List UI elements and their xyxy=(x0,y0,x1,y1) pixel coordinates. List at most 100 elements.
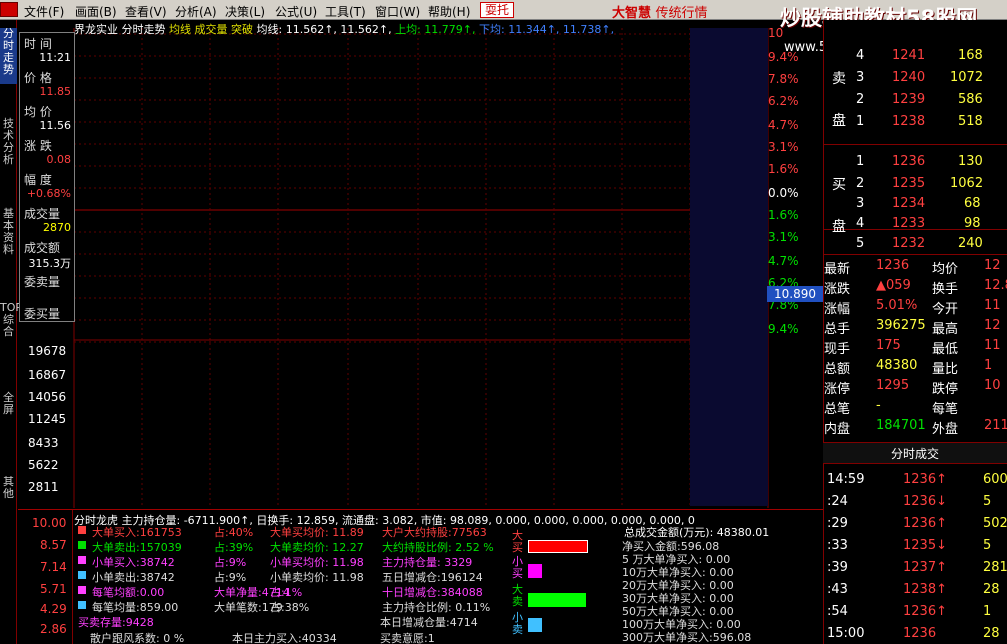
menu-view-b[interactable]: 画面(B) xyxy=(75,3,117,20)
bottom-axis-label: 4.29 xyxy=(40,602,67,616)
menu-window[interactable]: 窗口(W) xyxy=(375,3,420,20)
price-axis-label: 3.1% xyxy=(768,140,799,154)
bid-row-4[interactable]: 4 1233 98 xyxy=(824,214,1007,231)
breakout-label[interactable]: 突破 xyxy=(231,23,253,36)
volume-axis-label: 2811 xyxy=(28,480,59,494)
trade-time: :54 xyxy=(827,604,848,619)
menu-help[interactable]: 帮助(H) xyxy=(428,3,470,20)
tuotuo-button[interactable]: 耍托 xyxy=(480,2,514,18)
stat-value: 12.88 xyxy=(984,278,1007,293)
trade-row[interactable]: 14:59 1236↑ 600 xyxy=(823,470,1007,490)
net-buy-list: 净买入金额:596.08 5 万大单净买入: 0.00 10万大单净买入: 0.00… xyxy=(622,538,822,644)
info-value-time: 11:21 xyxy=(39,51,71,64)
legend-small-buy: 小买 xyxy=(512,555,523,580)
tab-fullscreen[interactable]: 全屏 xyxy=(0,392,17,420)
trade-row[interactable]: :43 1238↑ 28 xyxy=(823,580,1007,600)
trade-volume: 1 xyxy=(983,604,992,619)
flow-cell: 小单买入:38742 xyxy=(92,556,175,569)
info-value-amount: 315.3万 xyxy=(28,257,72,270)
trade-row[interactable]: :29 1236↑ 502 xyxy=(823,514,1007,534)
volume-axis-label: 16867 xyxy=(28,368,67,382)
quote-stat-row: 涨停 1295 跌停 10 xyxy=(824,376,1007,397)
trade-time: :39 xyxy=(827,560,848,575)
flow-stock: 买卖存量:9428 xyxy=(78,616,154,629)
trade-price: 1236↑ xyxy=(903,472,947,487)
bottom-axis-label: 2.86 xyxy=(40,622,67,636)
bid-row-5[interactable]: 5 1232 240 xyxy=(824,234,1007,254)
tab-technical[interactable]: 技术分析 xyxy=(0,118,17,174)
ask-row-2[interactable]: 2 1239 586 xyxy=(824,90,1007,110)
flow-intent: 买卖意愿:1 xyxy=(380,632,435,644)
bottom-axis-label: 5.71 xyxy=(40,582,67,596)
trade-time: :29 xyxy=(827,516,848,531)
tab-other[interactable]: 其他 xyxy=(0,476,17,504)
menu-decision[interactable]: 决策(L) xyxy=(225,3,265,20)
info-label-avg: 均 价 xyxy=(24,105,52,119)
intraday-chart[interactable] xyxy=(18,20,823,510)
ask-row-4[interactable]: 4 1241 168 xyxy=(824,46,1007,66)
volume-label[interactable]: 成交量 xyxy=(195,23,228,36)
flow-cell: 大户大约持股:77563 xyxy=(382,526,487,539)
bid-row-2[interactable]: 2 1235 1062 xyxy=(824,174,1007,194)
stat-value: 2115 xyxy=(984,418,1007,433)
menu-tools[interactable]: 工具(T) xyxy=(325,3,366,20)
price-axis-label: 1.6% xyxy=(768,162,799,176)
tab-intraday[interactable]: 分时走势 xyxy=(0,28,17,84)
flow-cell: 占:40% xyxy=(214,526,254,539)
tab-fundamental[interactable]: 基本资料 xyxy=(0,208,17,264)
tick-trades-list: 14:59 1236↑ 600:24 1236↓ 5:29 1236↑ 502:33 1235… xyxy=(823,464,1007,644)
bar-small-sell xyxy=(528,618,542,632)
menu-file[interactable]: 文件(F) xyxy=(24,3,64,20)
brand-name: 大智慧 xyxy=(612,6,652,21)
volume-axis-label: 5622 xyxy=(28,458,59,472)
flow-swatch xyxy=(78,571,86,579)
app-logo-icon xyxy=(0,2,18,17)
trade-row[interactable]: :54 1236↑ 1 xyxy=(823,602,1007,622)
flow-retail: 散户跟风系数: 0 % xyxy=(90,632,185,644)
quote-stat-row: 总笔 - 每笔 xyxy=(824,396,1007,417)
quote-stat-row: 现手 175 最低 11 xyxy=(824,336,1007,357)
net-buy-row: 300万大单净买入:596.08 xyxy=(622,631,752,644)
stat-label: 量比 xyxy=(932,362,959,377)
info-value-volume: 2870 xyxy=(43,221,71,234)
avg-line-label[interactable]: 均线 xyxy=(169,23,191,36)
flow-cell: 小单卖出:38742 xyxy=(92,571,175,584)
stat-label: 总额 xyxy=(824,362,851,377)
trade-row[interactable]: :24 1236↓ 5 xyxy=(823,492,1007,512)
stat-value: 11 xyxy=(984,338,1001,353)
volume-axis: 19678 16867 14056 11245 8433 5622 2811 xyxy=(18,340,72,510)
ask-row-3[interactable]: 3 1240 1072 xyxy=(824,68,1007,88)
tab-top[interactable]: TOP综合 xyxy=(0,302,22,358)
quote-stat-row: 内盘 184701 外盘 2115 xyxy=(824,416,1007,437)
stat-value: 1236 xyxy=(876,258,910,273)
flow-cell: 主力持仓比例: 0.11% xyxy=(382,601,491,614)
trade-volume: 281 xyxy=(983,560,1007,575)
trade-row[interactable]: :33 1235↓ 5 xyxy=(823,536,1007,556)
flow-cell: 占:39% xyxy=(214,541,254,554)
stat-value: 5.01% xyxy=(876,298,918,313)
stat-value: 12 xyxy=(984,318,1001,333)
trade-row[interactable]: 15:00 1236 28 xyxy=(823,624,1007,644)
tick-trades-title[interactable]: 分时成交 xyxy=(823,442,1007,464)
bid-row-1[interactable]: 1 1236 130 xyxy=(824,152,1007,172)
legend-big-buy: 大买 xyxy=(512,529,523,554)
info-value-avg: 11.56 xyxy=(39,119,72,132)
trade-price: 1237↑ xyxy=(903,560,947,575)
stat-label: 最高 xyxy=(932,322,959,337)
volume-axis-label: 11245 xyxy=(28,412,67,426)
menu-analysis[interactable]: 分析(A) xyxy=(175,3,217,20)
stat-label: 涨幅 xyxy=(824,302,851,317)
trade-row[interactable]: :39 1237↑ 281 xyxy=(823,558,1007,578)
info-value-pct: +0.68% xyxy=(26,187,71,200)
trade-price: 1235↓ xyxy=(903,538,947,553)
ask-row-1[interactable]: 1 1238 518 xyxy=(824,112,1007,132)
flow-cell: 小单卖均价: 11.98 xyxy=(270,571,364,584)
trade-volume: 5 xyxy=(983,538,992,553)
price-axis-label: 10 xyxy=(768,26,784,40)
menu-view-v[interactable]: 查看(V) xyxy=(125,3,167,20)
quote-stat-row: 涨跌 ▲059 换手 12.88 xyxy=(824,276,1007,297)
flow-swatch xyxy=(78,556,86,564)
bid-row-3[interactable]: 3 1234 68 xyxy=(824,194,1007,214)
bottom-axis: 10.00 8.57 7.14 5.71 4.29 2.86 xyxy=(18,510,70,644)
menu-formula[interactable]: 公式(U) xyxy=(275,3,317,20)
